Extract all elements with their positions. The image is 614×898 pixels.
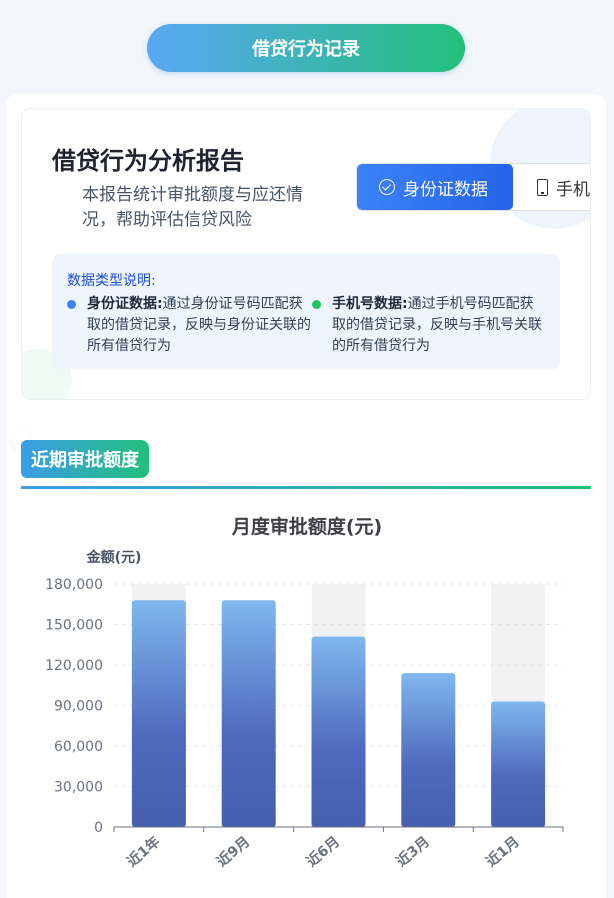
y-tick-label: 60,000 <box>54 739 103 755</box>
green-dot-icon <box>312 300 321 309</box>
y-tick-label: 30,000 <box>54 780 103 796</box>
y-tick-label: 0 <box>94 820 103 836</box>
x-tick-label: 近6月 <box>303 833 343 870</box>
tab-phone-data[interactable]: 手机 <box>513 164 590 210</box>
tab-label: 手机 <box>556 179 590 200</box>
x-tick-label: 近9月 <box>213 833 253 870</box>
page-header-title: 借贷行为记录 <box>147 24 465 72</box>
bar-近1年 <box>131 600 186 827</box>
x-tick-label: 近1月 <box>483 833 523 870</box>
report-card: 借贷行为分析报告 本报告统计审批额度与应还情况，帮助评估信贷风险 身份证数据 手… <box>21 108 591 400</box>
info-item-phone: 手机号数据:通过手机号码匹配获取的借贷记录，反映与手机号关联的所有借贷行为 <box>312 294 547 357</box>
bar-近3月 <box>401 673 456 827</box>
data-type-info-box: 数据类型说明: 身份证数据:通过身份证号码匹配获取的借贷记录，反映与身份证关联的… <box>52 254 560 369</box>
report-title: 借贷行为分析报告 <box>52 147 244 175</box>
y-tick-label: 90,000 <box>54 699 103 715</box>
x-tick-label: 近1年 <box>124 833 164 870</box>
check-circle-icon <box>379 179 395 195</box>
info-item-id-card: 身份证数据:通过身份证号码匹配获取的借贷记录，反映与身份证关联的所有借贷行为 <box>67 294 312 357</box>
y-tick-label: 150,000 <box>45 618 103 634</box>
data-type-tabs: 身份证数据 手机 <box>356 163 590 211</box>
section-divider <box>21 486 591 489</box>
y-tick-label: 180,000 <box>45 577 103 593</box>
tab-id-card-data[interactable]: 身份证数据 <box>357 164 513 210</box>
info-term: 身份证数据: <box>87 296 163 312</box>
x-tick-label: 近3月 <box>393 833 433 870</box>
bar-chart: 金额(元) 0 30,000 60,000 90,000 120,000 150,000 1… <box>45 549 564 870</box>
report-description: 本报告统计审批额度与应还情况，帮助评估信贷风险 <box>82 185 303 230</box>
blue-dot-icon <box>67 300 76 309</box>
phone-icon <box>537 178 548 196</box>
bar-近9月 <box>221 600 276 827</box>
section-title: 近期审批额度 <box>21 440 149 478</box>
y-tick-label: 120,000 <box>45 658 103 674</box>
y-axis-label: 金额(元) <box>86 549 142 566</box>
bar-近6月 <box>311 636 366 827</box>
chart-title: 月度审批额度(元) <box>231 516 383 538</box>
info-term: 手机号数据: <box>332 296 408 312</box>
info-title: 数据类型说明: <box>67 273 156 289</box>
tab-label: 身份证数据 <box>403 179 488 200</box>
bar-近1月 <box>491 701 546 827</box>
